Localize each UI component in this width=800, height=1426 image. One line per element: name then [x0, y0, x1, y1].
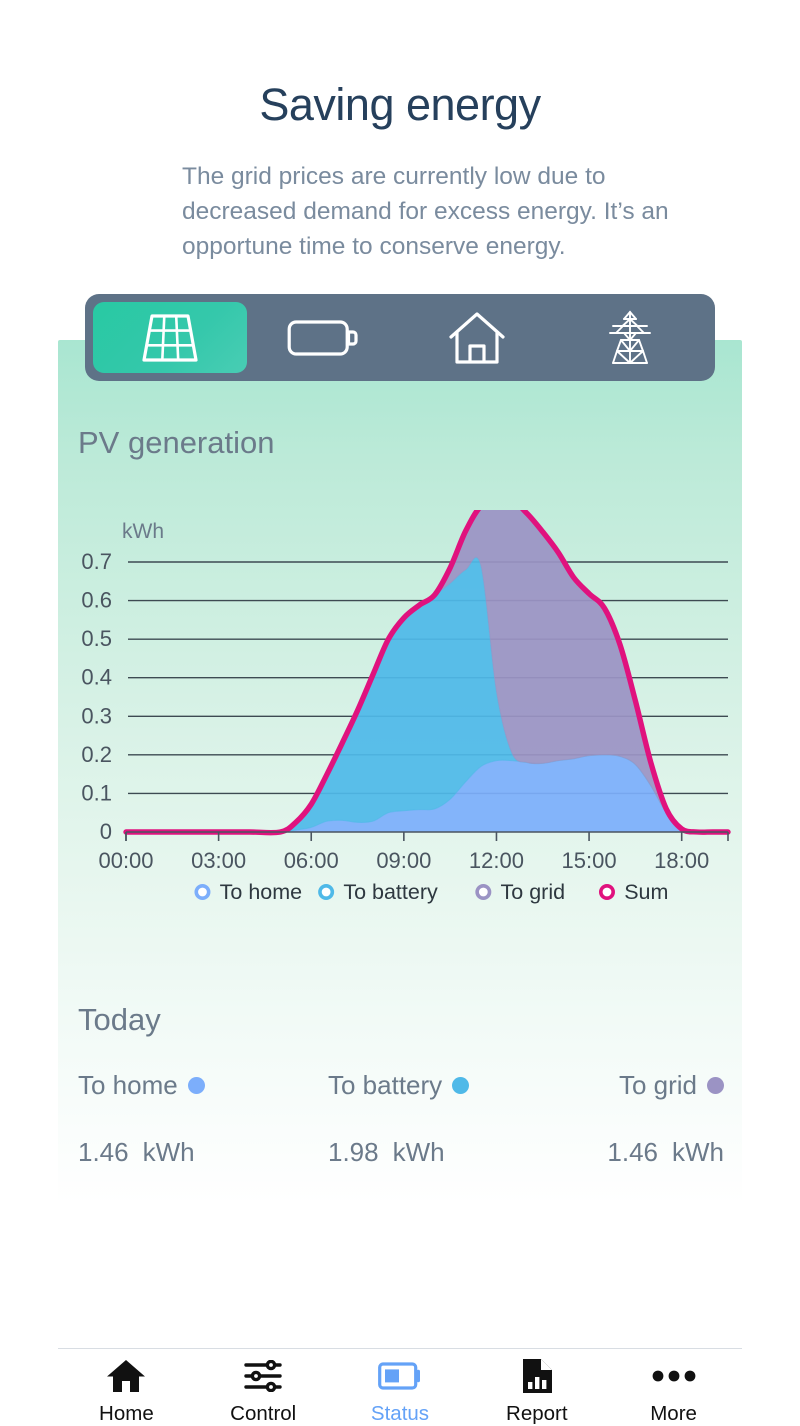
- page-header: Saving energy The grid prices are curren…: [0, 0, 800, 264]
- nav-item-home[interactable]: Home: [58, 1359, 195, 1426]
- today-value-to-battery: 1.98 kWh: [328, 1137, 526, 1168]
- today-label-text: To battery: [328, 1070, 443, 1100]
- home-icon: [106, 1359, 146, 1393]
- nav-item-report[interactable]: Report: [468, 1359, 605, 1426]
- page-title: Saving energy: [259, 79, 541, 130]
- y-tick-label: 0.5: [81, 626, 112, 651]
- legend-marker-to-battery: [318, 883, 335, 900]
- nav-label-home: Home: [99, 1402, 154, 1425]
- color-dot-to-grid: [707, 1077, 724, 1094]
- today-item-to-grid: To grid 1.46 kWh: [526, 1070, 724, 1168]
- color-dot-to-home: [187, 1077, 205, 1094]
- power-pylon-icon: [603, 309, 657, 367]
- sliders-icon: [244, 1359, 282, 1393]
- nav-label-control: Control: [230, 1402, 297, 1425]
- nav-item-status[interactable]: Status: [332, 1359, 469, 1426]
- today-number: 1.98: [328, 1137, 379, 1167]
- nav-label-status: Status: [370, 1402, 430, 1425]
- y-tick-label: 0.6: [81, 588, 112, 613]
- today-value-to-home: 1.46 kWh: [78, 1137, 276, 1168]
- y-tick-label: 0.7: [81, 549, 112, 574]
- x-tick-label: 18:00: [654, 848, 709, 873]
- tab-battery[interactable]: [247, 302, 401, 373]
- legend-label-sum: Sum: [624, 880, 668, 904]
- solar-panel-icon: [139, 310, 201, 366]
- x-tick-label: 06:00: [284, 848, 339, 873]
- color-dot-to-battery: [452, 1077, 470, 1094]
- report-document-icon: [521, 1359, 553, 1393]
- today-label-to-grid: To grid: [526, 1070, 724, 1101]
- x-tick-label: 15:00: [562, 848, 617, 873]
- y-axis-unit-label: kWh: [122, 520, 164, 543]
- x-tick-label: 03:00: [191, 848, 246, 873]
- today-section-title: Today: [78, 1002, 161, 1037]
- y-tick-label: 0.3: [81, 703, 112, 728]
- legend-label-to-battery: To battery: [343, 880, 438, 904]
- x-tick-label: 09:00: [376, 848, 431, 873]
- house-icon: [447, 310, 507, 366]
- y-tick-label: 0.2: [81, 742, 112, 767]
- today-unit: kWh: [392, 1137, 445, 1167]
- y-tick-label: 0: [100, 819, 112, 844]
- today-summary: To home 1.46 kWh To battery 1.98 kWh To gr…: [78, 1070, 724, 1168]
- chart-canvas: kWh 0 0.1 0.2 0.3 0.4 0.5 0.6 0.7 00:00 03:00 06:00…: [81, 510, 731, 904]
- pv-generation-chart: kWh 0 0.1 0.2 0.3 0.4 0.5 0.6 0.7 00:00 03:00 06:00…: [58, 510, 742, 910]
- ellipsis-icon: [652, 1359, 696, 1393]
- tab-grid[interactable]: [554, 302, 708, 373]
- today-number: 1.46: [607, 1137, 658, 1167]
- page-subtitle: The grid prices are currently low due to…: [182, 163, 669, 260]
- today-label-to-battery: To battery: [328, 1070, 526, 1101]
- tab-home[interactable]: [400, 302, 554, 373]
- y-tick-label: 0.1: [81, 780, 112, 805]
- battery-status-icon: [378, 1359, 422, 1393]
- today-unit: kWh: [672, 1137, 724, 1167]
- nav-item-more[interactable]: More: [605, 1359, 742, 1426]
- today-item-to-home: To home 1.46 kWh: [78, 1070, 276, 1168]
- today-item-to-battery: To battery 1.98 kWh: [276, 1070, 526, 1168]
- legend-label-to-grid: To grid: [501, 880, 566, 904]
- today-number: 1.46: [78, 1137, 129, 1167]
- legend-marker-to-grid: [475, 883, 492, 900]
- today-label-to-home: To home: [78, 1070, 276, 1101]
- nav-label-report: Report: [506, 1402, 568, 1425]
- nav-item-control[interactable]: Control: [195, 1359, 332, 1426]
- bottom-navigation: Home Control Status Report More: [58, 1348, 742, 1425]
- y-tick-label: 0.4: [81, 665, 112, 690]
- x-tick-label: 12:00: [469, 848, 524, 873]
- nav-label-more: More: [650, 1402, 697, 1425]
- today-value-to-grid: 1.46 kWh: [526, 1137, 724, 1168]
- battery-icon: [287, 316, 359, 360]
- tab-solar[interactable]: [93, 302, 247, 373]
- legend-marker-to-home: [194, 883, 211, 900]
- energy-source-tabs: [85, 294, 715, 381]
- x-tick-label: 00:00: [98, 848, 153, 873]
- chart-title: PV generation: [78, 425, 275, 460]
- today-unit: kWh: [142, 1137, 195, 1167]
- today-label-text: To grid: [618, 1070, 697, 1100]
- today-label-text: To home: [78, 1070, 178, 1100]
- legend-label-to-home: To home: [220, 880, 302, 904]
- legend-marker-sum: [598, 883, 615, 900]
